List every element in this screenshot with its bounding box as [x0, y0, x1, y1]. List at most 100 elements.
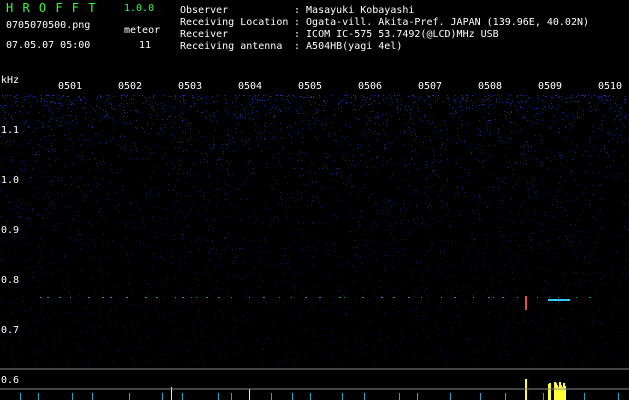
noise-speck — [395, 149, 396, 150]
noise-speck — [454, 193, 455, 194]
noise-speck — [187, 225, 188, 226]
noise-speck — [490, 104, 491, 105]
noise-speck — [384, 267, 385, 268]
noise-speck — [583, 272, 584, 273]
noise-speck — [31, 106, 32, 107]
noise-speck — [349, 178, 350, 179]
noise-speck — [34, 352, 35, 353]
noise-speck — [302, 168, 303, 169]
noise-speck — [604, 103, 605, 104]
noise-speck — [103, 178, 104, 179]
noise-speck — [592, 126, 593, 127]
noise-speck — [81, 190, 82, 191]
noise-speck — [168, 174, 169, 175]
noise-speck — [95, 133, 96, 134]
noise-speck — [584, 96, 585, 97]
noise-speck — [566, 236, 567, 237]
noise-speck — [400, 211, 401, 212]
noise-speck — [428, 96, 429, 97]
noise-speck — [305, 113, 306, 114]
noise-speck — [492, 304, 493, 305]
noise-speck — [393, 174, 394, 175]
noise-speck — [328, 277, 329, 278]
noise-speck — [368, 104, 369, 105]
noise-speck — [24, 261, 25, 262]
noise-speck — [324, 309, 325, 310]
noise-speck — [331, 198, 332, 199]
noise-speck — [242, 116, 243, 117]
noise-speck — [355, 96, 356, 97]
noise-speck — [213, 146, 214, 147]
noise-speck — [295, 298, 296, 299]
noise-speck — [69, 100, 70, 101]
noise-speck — [397, 311, 398, 312]
noise-speck — [586, 321, 587, 322]
noise-speck — [304, 97, 305, 98]
noise-speck — [60, 105, 61, 106]
noise-speck — [604, 275, 605, 276]
noise-speck — [85, 118, 86, 119]
noise-speck — [274, 264, 275, 265]
noise-speck — [108, 97, 109, 98]
noise-speck — [314, 123, 315, 124]
noise-speck — [585, 171, 586, 172]
noise-speck — [617, 230, 618, 231]
noise-speck — [234, 257, 235, 258]
noise-speck — [570, 151, 571, 152]
noise-speck — [200, 322, 201, 323]
noise-speck — [519, 278, 520, 279]
noise-speck — [52, 149, 53, 150]
noise-speck — [181, 338, 182, 339]
noise-speck — [150, 335, 151, 336]
noise-speck — [462, 97, 463, 98]
noise-speck — [595, 247, 596, 248]
noise-speck — [519, 245, 520, 246]
x-tick-label: 0505 — [298, 81, 322, 92]
noise-speck — [2, 95, 3, 96]
noise-speck — [427, 120, 428, 121]
noise-speck — [276, 95, 277, 96]
noise-speck — [580, 282, 581, 283]
noise-speck — [146, 193, 147, 194]
noise-speck — [307, 206, 308, 207]
noise-speck — [437, 260, 438, 261]
noise-speck — [319, 347, 320, 348]
noise-speck — [322, 123, 323, 124]
noise-speck — [277, 183, 278, 184]
noise-speck — [620, 310, 621, 311]
noise-speck — [115, 208, 116, 209]
noise-speck — [400, 109, 401, 110]
noise-speck — [542, 312, 543, 313]
noise-speck — [22, 170, 23, 171]
noise-speck — [551, 108, 552, 109]
noise-speck — [536, 191, 537, 192]
noise-speck — [293, 168, 294, 169]
noise-speck — [228, 216, 229, 217]
noise-speck — [447, 215, 448, 216]
noise-speck — [279, 109, 280, 110]
noise-speck — [380, 332, 381, 333]
noise-speck — [176, 179, 177, 180]
noise-speck — [358, 144, 359, 145]
noise-speck — [334, 173, 335, 174]
noise-speck — [22, 162, 23, 163]
noise-speck — [531, 240, 532, 241]
noise-speck — [605, 284, 606, 285]
noise-speck — [100, 95, 101, 96]
noise-speck — [360, 106, 361, 107]
noise-speck — [60, 118, 61, 119]
noise-speck — [181, 142, 182, 143]
noise-speck — [333, 188, 334, 189]
noise-speck — [572, 114, 573, 115]
noise-speck — [177, 330, 178, 331]
noise-speck — [130, 202, 131, 203]
noise-speck — [322, 188, 323, 189]
noise-speck — [77, 320, 78, 321]
noise-speck — [25, 203, 26, 204]
noise-speck — [289, 207, 290, 208]
noise-speck — [326, 242, 327, 243]
noise-speck — [412, 310, 413, 311]
noise-speck — [511, 138, 512, 139]
noise-speck — [515, 184, 516, 185]
noise-speck — [54, 176, 55, 177]
